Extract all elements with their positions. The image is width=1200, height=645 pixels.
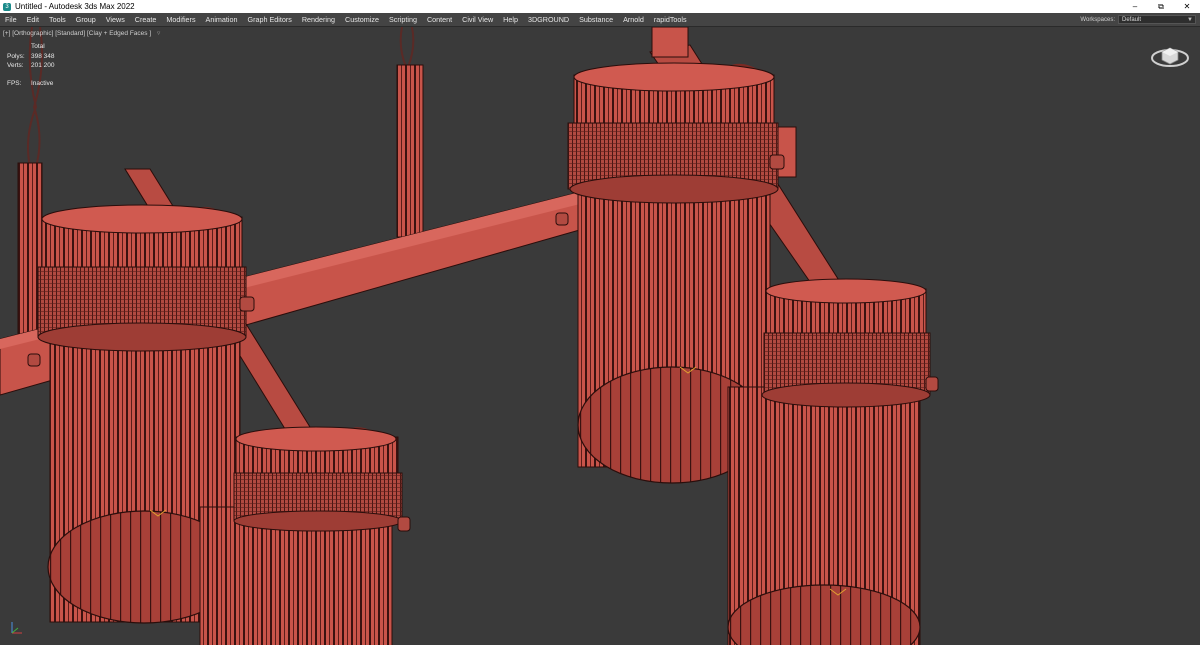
maximize-icon[interactable]: ⧉: [1148, 0, 1174, 13]
menu-scripting[interactable]: Scripting: [389, 15, 417, 24]
workspace-selector: Workspaces: Default ▼: [1080, 15, 1196, 24]
stats-header: Total: [31, 43, 45, 50]
orthographic-viewport[interactable]: [+] [Orthographic] [Standard] [Clay + Ed…: [0, 27, 1200, 645]
menu-items: File Edit Tools Group Views Create Modifiers An…: [0, 15, 1080, 24]
menu-graph-editors[interactable]: Graph Editors: [248, 15, 292, 24]
workspace-value: Default: [1122, 17, 1142, 23]
polys-value: 398 348: [31, 52, 55, 60]
menu-content[interactable]: Content: [427, 15, 452, 24]
polys-label: Polys:: [7, 52, 25, 60]
menu-civil-view[interactable]: Civil View: [462, 15, 493, 24]
menu-group[interactable]: Group: [76, 15, 96, 24]
viewcube-icon[interactable]: [1150, 43, 1190, 69]
title-bar: 3 Untitled - Autodesk 3ds Max 2022 – ⧉ ✕: [0, 0, 1200, 13]
menu-bar: File Edit Tools Group Views Create Modifiers An…: [0, 13, 1200, 27]
menu-substance[interactable]: Substance: [579, 15, 613, 24]
fps-value: Inactive: [31, 79, 54, 87]
app-icon: 3: [3, 2, 11, 11]
filter-icon[interactable]: ▿: [157, 30, 160, 37]
menu-rapidtools[interactable]: rapidTools: [654, 15, 687, 24]
chain-center: [399, 27, 415, 68]
menu-file[interactable]: File: [5, 15, 17, 24]
workspace-dropdown[interactable]: Default ▼: [1118, 15, 1196, 24]
menu-help[interactable]: Help: [503, 15, 518, 24]
menu-edit[interactable]: Edit: [27, 15, 39, 24]
fps-label: FPS:: [7, 79, 22, 87]
menu-3dground[interactable]: 3DGROUND: [528, 15, 569, 24]
verts-value: 201 200: [31, 62, 55, 69]
statistics-overlay: Total Polys: 398 348 Verts: 201 200 FPS: In…: [7, 42, 55, 88]
menu-create[interactable]: Create: [135, 15, 157, 24]
axis-tripod-icon: [11, 622, 22, 634]
menu-rendering[interactable]: Rendering: [302, 15, 335, 24]
menu-modifiers[interactable]: Modifiers: [166, 15, 195, 24]
viewport-label[interactable]: [+] [Orthographic] [Standard] [Clay + Ed…: [3, 29, 160, 37]
menu-customize[interactable]: Customize: [345, 15, 379, 24]
scene-render: [0, 27, 939, 645]
menu-tools[interactable]: Tools: [49, 15, 66, 24]
chevron-down-icon: ▼: [1187, 17, 1193, 23]
window-title: Untitled - Autodesk 3ds Max 2022: [15, 2, 135, 11]
verts-label: Verts:: [7, 62, 24, 69]
close-icon[interactable]: ✕: [1174, 0, 1200, 13]
minimize-icon[interactable]: –: [1122, 0, 1148, 13]
menu-arnold[interactable]: Arnold: [623, 15, 644, 24]
workspace-label: Workspaces:: [1080, 16, 1115, 23]
rod-center: [396, 64, 424, 238]
menu-animation[interactable]: Animation: [206, 15, 238, 24]
menu-views[interactable]: Views: [106, 15, 125, 24]
viewport-label-text: [+] [Orthographic] [Standard] [Clay + Ed…: [3, 30, 152, 37]
